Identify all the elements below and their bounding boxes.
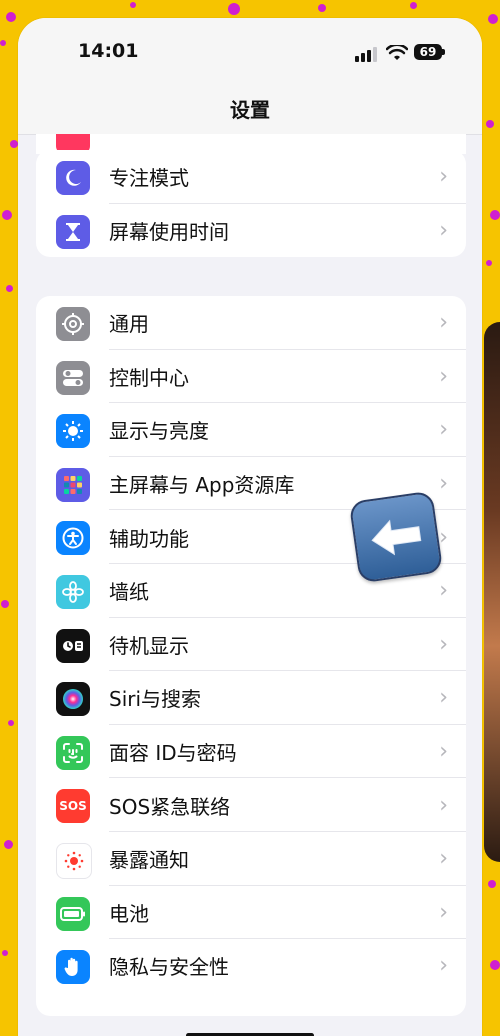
battery-indicator: 69	[414, 44, 442, 60]
row-battery[interactable]: 电池 ›	[36, 886, 466, 940]
sun-icon	[56, 414, 90, 449]
standby-icon	[56, 628, 90, 663]
settings-group-top: 专注模式 › 屏幕使用时间 ›	[36, 150, 466, 258]
row-label: Siri与搜索	[109, 687, 202, 712]
row-display[interactable]: 显示与亮度 ›	[36, 403, 466, 457]
toggles-icon	[56, 360, 90, 395]
back-arrow-icon	[348, 490, 444, 584]
chevron-right-icon: ›	[439, 685, 448, 711]
row-label: 通用	[109, 312, 149, 337]
status-time: 14:01	[78, 40, 139, 62]
chevron-right-icon: ›	[439, 164, 448, 190]
chevron-right-icon: ›	[439, 363, 448, 389]
chevron-right-icon: ›	[439, 217, 448, 243]
row-label: SOS紧急联络	[109, 794, 231, 819]
row-label: 待机显示	[109, 633, 189, 658]
chevron-right-icon: ›	[439, 739, 448, 765]
row-label: 隐私与安全性	[109, 955, 229, 980]
app-grid-icon	[56, 467, 90, 502]
battery-icon	[56, 896, 90, 931]
row-label: 屏幕使用时间	[109, 219, 229, 244]
row-label: 电池	[109, 901, 149, 926]
row-label: 主屏幕与 App资源库	[109, 473, 295, 498]
background-photo-edge	[484, 322, 500, 862]
chevron-right-icon: ›	[439, 899, 448, 925]
chevron-right-icon: ›	[439, 417, 448, 443]
chevron-right-icon: ›	[439, 310, 448, 336]
row-label: 专注模式	[109, 166, 189, 191]
siri-icon	[56, 682, 90, 717]
gear-icon	[56, 307, 90, 341]
row-exposure[interactable]: 暴露通知 ›	[36, 832, 466, 886]
exposure-icon	[56, 842, 92, 879]
faceid-icon	[56, 735, 90, 770]
wifi-icon	[386, 45, 408, 60]
row-screen-time[interactable]: 屏幕使用时间 ›	[36, 204, 466, 258]
chevron-right-icon: ›	[439, 846, 448, 872]
moon-icon	[56, 161, 90, 195]
status-bar: 14:01 69	[18, 18, 482, 90]
battery-cap	[442, 49, 445, 55]
row-faceid[interactable]: 面容 ID与密码 ›	[36, 725, 466, 779]
row-siri[interactable]: Siri与搜索 ›	[36, 671, 466, 725]
row-label: 辅助功能	[109, 526, 189, 551]
chevron-right-icon: ›	[439, 792, 448, 818]
row-privacy[interactable]: 隐私与安全性 ›	[36, 939, 466, 993]
chevron-right-icon: ›	[439, 578, 448, 604]
settings-group-main: 通用 › 控制中心 › 显示与亮度 › 主屏幕与 App资源库 › 辅助功能 ›…	[36, 296, 466, 1016]
row-general[interactable]: 通用 ›	[36, 296, 466, 350]
hand-icon	[56, 950, 90, 985]
row-label: 墙纸	[109, 580, 149, 605]
accessibility-icon	[56, 521, 90, 556]
row-control-center[interactable]: 控制中心 ›	[36, 350, 466, 404]
row-label: 面容 ID与密码	[109, 741, 237, 766]
page-title: 设置	[230, 98, 270, 122]
chevron-right-icon: ›	[439, 953, 448, 979]
row-emergency-sos[interactable]: SOS SOS紧急联络 ›	[36, 778, 466, 832]
hourglass-icon	[56, 214, 90, 249]
row-standby[interactable]: 待机显示 ›	[36, 618, 466, 672]
row-label: 暴露通知	[109, 848, 189, 873]
row-focus[interactable]: 专注模式 ›	[36, 150, 466, 204]
row-label: 显示与亮度	[109, 419, 209, 444]
row-label: 控制中心	[109, 365, 189, 390]
flower-icon	[56, 574, 90, 609]
chevron-right-icon: ›	[439, 471, 448, 497]
sos-icon: SOS	[56, 789, 90, 824]
signal-icon	[355, 46, 379, 62]
chevron-right-icon: ›	[439, 631, 448, 657]
